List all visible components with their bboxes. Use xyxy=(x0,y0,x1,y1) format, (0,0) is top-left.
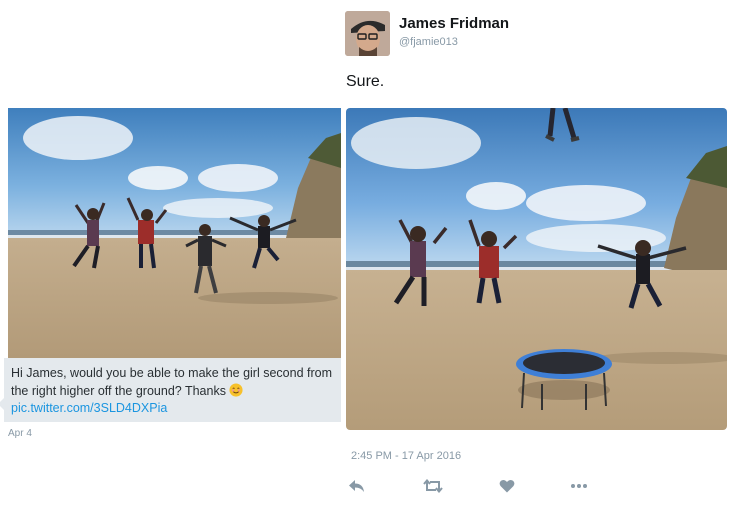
photo-link[interactable]: pic.twitter.com/3SLD4DXPia xyxy=(11,401,167,415)
quoted-tweet-box[interactable]: Hi James, would you be able to make the … xyxy=(0,358,341,422)
tweet-text: Sure. xyxy=(346,73,385,90)
quoted-tweet-text: Hi James, would you be able to make the … xyxy=(11,364,339,400)
retweet-icon xyxy=(423,479,443,493)
quoted-tweet-photo[interactable] xyxy=(8,108,341,358)
tweet-timestamp[interactable]: 2:45 PM - 17 Apr 2016 xyxy=(351,450,461,462)
heart-icon xyxy=(499,479,515,493)
reply-icon xyxy=(349,480,364,492)
avatar-image xyxy=(345,11,390,56)
quoted-tweet-date: Apr 4 xyxy=(8,428,32,439)
display-name[interactable]: James Fridman xyxy=(399,15,509,32)
user-handle[interactable]: @fjamie013 xyxy=(399,36,458,48)
reply-button[interactable] xyxy=(346,477,368,495)
retweet-button[interactable] xyxy=(422,477,444,495)
quote-pointer xyxy=(0,398,4,410)
beach-photo xyxy=(8,108,341,358)
quoted-tweet-body: Hi James, would you be able to make the … xyxy=(11,366,332,398)
reply-tweet-photo[interactable] xyxy=(346,108,727,430)
smiling-face-emoji xyxy=(229,383,244,397)
avatar[interactable] xyxy=(345,11,390,56)
edited-beach-photo xyxy=(346,108,727,430)
like-button[interactable] xyxy=(496,477,518,495)
more-icon xyxy=(571,484,587,488)
more-button[interactable] xyxy=(568,477,590,495)
